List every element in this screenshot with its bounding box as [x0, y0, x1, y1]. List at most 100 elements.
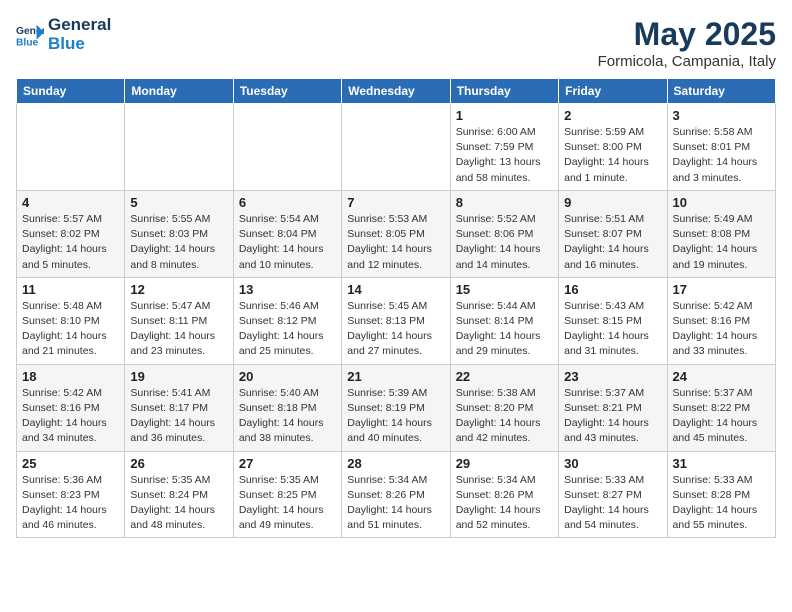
day-info: Sunrise: 5:45 AM Sunset: 8:13 PM Dayligh… — [347, 299, 444, 360]
day-number: 16 — [564, 282, 661, 297]
calendar-cell: 26Sunrise: 5:35 AM Sunset: 8:24 PM Dayli… — [125, 451, 233, 538]
location-title: Formicola, Campania, Italy — [598, 53, 776, 70]
day-number: 17 — [673, 282, 770, 297]
day-info: Sunrise: 5:43 AM Sunset: 8:15 PM Dayligh… — [564, 299, 661, 360]
day-number: 29 — [456, 456, 553, 471]
calendar-cell: 5 Sunrise: 5:55 AM Sunset: 8:03 PM Daylig… — [125, 190, 233, 277]
calendar-cell: 18Sunrise: 5:42 AM Sunset: 8:16 PM Dayli… — [17, 364, 125, 451]
calendar-cell: 9Sunrise: 5:51 AM Sunset: 8:07 PM Daylig… — [559, 190, 667, 277]
day-number: 25 — [22, 456, 119, 471]
logo-blue: Blue — [48, 35, 111, 54]
calendar-cell: 10 Sunrise: 5:49 AM Sunset: 8:08 PM Dayli… — [667, 190, 775, 277]
day-number: 8 — [456, 195, 553, 210]
calendar-cell: 30Sunrise: 5:33 AM Sunset: 8:27 PM Dayli… — [559, 451, 667, 538]
day-info: Sunrise: 5:52 AM Sunset: 8:06 PM Dayligh… — [456, 212, 553, 273]
calendar-cell: 8 Sunrise: 5:52 AM Sunset: 8:06 PM Daylig… — [450, 190, 558, 277]
day-info: Sunrise: 5:40 AM Sunset: 8:18 PM Dayligh… — [239, 386, 336, 447]
day-info: Sunrise: 5:37 AM Sunset: 8:21 PM Dayligh… — [564, 386, 661, 447]
calendar-cell: 6 Sunrise: 5:54 AM Sunset: 8:04 PM Daylig… — [233, 190, 341, 277]
day-info: Sunrise: 5:59 AM Sunset: 8:00 PM Dayligh… — [564, 125, 661, 186]
header-day: Friday — [559, 79, 667, 104]
day-info: Sunrise: 5:58 AM Sunset: 8:01 PM Dayligh… — [673, 125, 770, 186]
logo-icon: General Blue — [16, 21, 44, 49]
day-number: 6 — [239, 195, 336, 210]
day-info: Sunrise: 5:42 AM Sunset: 8:16 PM Dayligh… — [673, 299, 770, 360]
calendar-cell: 27Sunrise: 5:35 AM Sunset: 8:25 PM Dayli… — [233, 451, 341, 538]
calendar-body: 1 Sunrise: 6:00 AM Sunset: 7:59 PM Daylig… — [17, 104, 776, 538]
day-number: 24 — [673, 369, 770, 384]
day-number: 2 — [564, 108, 661, 123]
calendar-cell: 29Sunrise: 5:34 AM Sunset: 8:26 PM Dayli… — [450, 451, 558, 538]
day-info: Sunrise: 5:46 AM Sunset: 8:12 PM Dayligh… — [239, 299, 336, 360]
day-info: Sunrise: 5:54 AM Sunset: 8:04 PM Dayligh… — [239, 212, 336, 273]
header-day: Thursday — [450, 79, 558, 104]
day-info: Sunrise: 5:39 AM Sunset: 8:19 PM Dayligh… — [347, 386, 444, 447]
day-number: 11 — [22, 282, 119, 297]
day-info: Sunrise: 5:35 AM Sunset: 8:24 PM Dayligh… — [130, 473, 227, 534]
day-number: 3 — [673, 108, 770, 123]
day-info: Sunrise: 6:00 AM Sunset: 7:59 PM Dayligh… — [456, 125, 553, 186]
day-number: 30 — [564, 456, 661, 471]
calendar-cell: 13 Sunrise: 5:46 AM Sunset: 8:12 PM Dayli… — [233, 277, 341, 364]
calendar-week-row: 11 Sunrise: 5:48 AM Sunset: 8:10 PM Dayli… — [17, 277, 776, 364]
svg-text:Blue: Blue — [16, 37, 39, 48]
calendar-cell — [342, 104, 450, 191]
calendar-table: SundayMondayTuesdayWednesdayThursdayFrid… — [16, 78, 776, 538]
calendar-cell — [17, 104, 125, 191]
calendar-cell: 22Sunrise: 5:38 AM Sunset: 8:20 PM Dayli… — [450, 364, 558, 451]
day-info: Sunrise: 5:37 AM Sunset: 8:22 PM Dayligh… — [673, 386, 770, 447]
calendar-week-row: 25 Sunrise: 5:36 AM Sunset: 8:23 PM Dayli… — [17, 451, 776, 538]
calendar-cell: 2 Sunrise: 5:59 AM Sunset: 8:00 PM Daylig… — [559, 104, 667, 191]
calendar-cell: 28Sunrise: 5:34 AM Sunset: 8:26 PM Dayli… — [342, 451, 450, 538]
header-day: Saturday — [667, 79, 775, 104]
day-number: 12 — [130, 282, 227, 297]
calendar-cell: 17 Sunrise: 5:42 AM Sunset: 8:16 PM Dayli… — [667, 277, 775, 364]
day-number: 4 — [22, 195, 119, 210]
calendar-cell: 12 Sunrise: 5:47 AM Sunset: 8:11 PM Dayli… — [125, 277, 233, 364]
header-day: Wednesday — [342, 79, 450, 104]
calendar-week-row: 4 Sunrise: 5:57 AM Sunset: 8:02 PM Daylig… — [17, 190, 776, 277]
day-info: Sunrise: 5:51 AM Sunset: 8:07 PM Dayligh… — [564, 212, 661, 273]
day-info: Sunrise: 5:42 AM Sunset: 8:16 PM Dayligh… — [22, 386, 119, 447]
header-day: Monday — [125, 79, 233, 104]
day-number: 1 — [456, 108, 553, 123]
day-number: 14 — [347, 282, 444, 297]
day-info: Sunrise: 5:47 AM Sunset: 8:11 PM Dayligh… — [130, 299, 227, 360]
day-info: Sunrise: 5:49 AM Sunset: 8:08 PM Dayligh… — [673, 212, 770, 273]
day-number: 7 — [347, 195, 444, 210]
day-number: 13 — [239, 282, 336, 297]
calendar-cell: 7 Sunrise: 5:53 AM Sunset: 8:05 PM Daylig… — [342, 190, 450, 277]
calendar-cell: 4 Sunrise: 5:57 AM Sunset: 8:02 PM Daylig… — [17, 190, 125, 277]
calendar-week-row: 18Sunrise: 5:42 AM Sunset: 8:16 PM Dayli… — [17, 364, 776, 451]
calendar-cell: 11 Sunrise: 5:48 AM Sunset: 8:10 PM Dayli… — [17, 277, 125, 364]
day-info: Sunrise: 5:48 AM Sunset: 8:10 PM Dayligh… — [22, 299, 119, 360]
calendar-week-row: 1 Sunrise: 6:00 AM Sunset: 7:59 PM Daylig… — [17, 104, 776, 191]
logo: General Blue General Blue — [16, 16, 111, 53]
calendar-cell: 3 Sunrise: 5:58 AM Sunset: 8:01 PM Daylig… — [667, 104, 775, 191]
calendar-cell: 15 Sunrise: 5:44 AM Sunset: 8:14 PM Dayli… — [450, 277, 558, 364]
day-info: Sunrise: 5:53 AM Sunset: 8:05 PM Dayligh… — [347, 212, 444, 273]
day-info: Sunrise: 5:55 AM Sunset: 8:03 PM Dayligh… — [130, 212, 227, 273]
calendar-cell: 24 Sunrise: 5:37 AM Sunset: 8:22 PM Dayli… — [667, 364, 775, 451]
day-info: Sunrise: 5:36 AM Sunset: 8:23 PM Dayligh… — [22, 473, 119, 534]
day-number: 10 — [673, 195, 770, 210]
day-info: Sunrise: 5:38 AM Sunset: 8:20 PM Dayligh… — [456, 386, 553, 447]
day-info: Sunrise: 5:57 AM Sunset: 8:02 PM Dayligh… — [22, 212, 119, 273]
logo-general: General — [48, 16, 111, 35]
day-info: Sunrise: 5:44 AM Sunset: 8:14 PM Dayligh… — [456, 299, 553, 360]
day-number: 31 — [673, 456, 770, 471]
calendar-cell: 19Sunrise: 5:41 AM Sunset: 8:17 PM Dayli… — [125, 364, 233, 451]
page-header: General Blue General Blue May 2025 Formi… — [16, 16, 776, 70]
header-row: SundayMondayTuesdayWednesdayThursdayFrid… — [17, 79, 776, 104]
day-info: Sunrise: 5:41 AM Sunset: 8:17 PM Dayligh… — [130, 386, 227, 447]
calendar-cell: 20 Sunrise: 5:40 AM Sunset: 8:18 PM Dayli… — [233, 364, 341, 451]
day-number: 15 — [456, 282, 553, 297]
title-area: May 2025 Formicola, Campania, Italy — [598, 16, 776, 70]
day-number: 20 — [239, 369, 336, 384]
calendar-cell: 16 Sunrise: 5:43 AM Sunset: 8:15 PM Dayli… — [559, 277, 667, 364]
month-title: May 2025 — [598, 16, 776, 53]
day-number: 21 — [347, 369, 444, 384]
day-info: Sunrise: 5:34 AM Sunset: 8:26 PM Dayligh… — [347, 473, 444, 534]
day-number: 5 — [130, 195, 227, 210]
calendar-cell: 1 Sunrise: 6:00 AM Sunset: 7:59 PM Daylig… — [450, 104, 558, 191]
